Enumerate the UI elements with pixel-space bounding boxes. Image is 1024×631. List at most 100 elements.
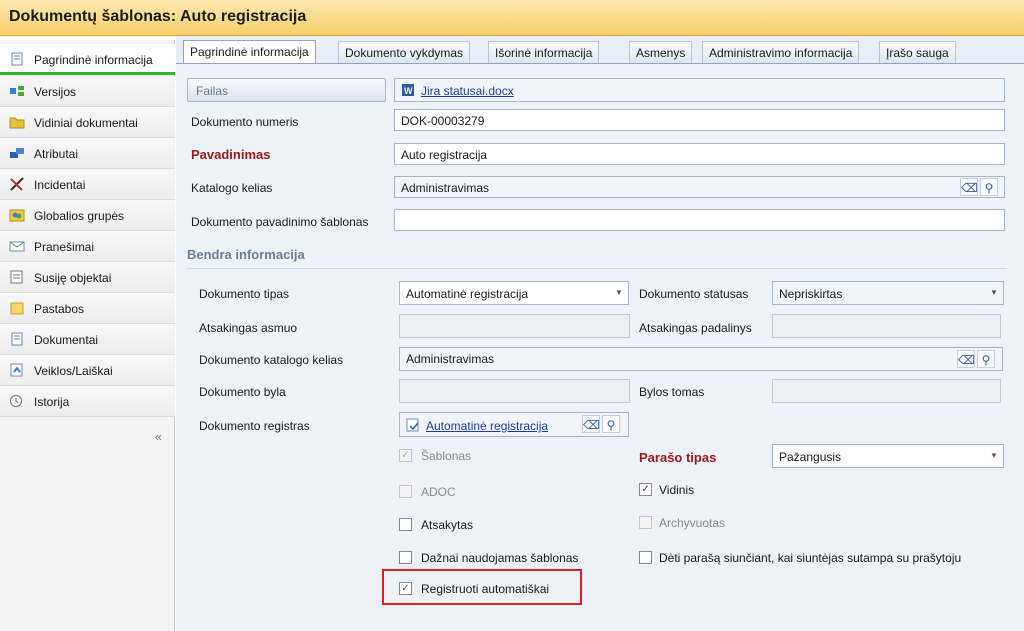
chevron-down-icon[interactable]: ▼ — [985, 282, 1003, 304]
sidebar-item-atributai[interactable]: Atributai — [0, 138, 175, 169]
section-divider — [187, 268, 1007, 269]
internal-checkbox[interactable]: ✓ — [639, 483, 652, 496]
internal-checkbox-label: Vidinis — [659, 483, 695, 497]
doc-status-value: Nepriskirtas — [779, 287, 843, 301]
template-checkbox-label: Šablonas — [421, 449, 472, 463]
sidebar-item-label: Incidentai — [34, 178, 86, 192]
search-icon[interactable]: ⚲ — [980, 178, 998, 196]
doc-type-value: Automatinė registracija — [406, 287, 529, 301]
sidebar-item-vidiniai-dokumentai[interactable]: Vidiniai dokumentai — [0, 107, 175, 138]
doc-file-input[interactable] — [399, 379, 630, 403]
signature-type-select[interactable]: Pažangusis ▼ — [772, 444, 1004, 468]
sidebar-item-dokumentai[interactable]: Dokumentai — [0, 324, 175, 355]
file-link[interactable]: Jira statusai.docx — [421, 84, 514, 98]
clear-icon[interactable]: ⌫ — [957, 350, 975, 368]
search-icon[interactable]: ⚲ — [602, 415, 620, 433]
sidebar-item-label: Pranešimai — [34, 240, 95, 254]
sidebar-item-label: Pagrindinė informacija — [34, 53, 153, 67]
tab-iraso-sauga[interactable]: Įrašo sauga — [879, 41, 956, 63]
sidebar-item-label: Veiklos/Laiškai — [34, 364, 113, 378]
sidebar-item-pranesimai[interactable]: Pranešimai — [0, 231, 175, 262]
chevron-down-icon[interactable]: ▼ — [985, 445, 1003, 467]
doc-catalog-label: Dokumento katalogo kelias — [199, 353, 344, 367]
attributes-icon — [9, 146, 25, 160]
sidebar-item-pastabos[interactable]: Pastabos — [0, 293, 175, 324]
signature-type-label: Parašo tipas — [639, 450, 717, 465]
frequent-checkbox-label: Dažnai naudojamas šablonas — [421, 551, 579, 565]
doc-status-select[interactable]: Nepriskirtas ▼ — [772, 281, 1004, 305]
word-document-icon: W — [401, 83, 415, 97]
sidebar-item-versijos[interactable]: Versijos — [0, 76, 175, 107]
registry-icon — [406, 418, 420, 432]
history-icon — [9, 394, 25, 408]
sidebar-item-label: Susiję objektai — [34, 271, 112, 285]
registry-label: Dokumento registras — [199, 419, 310, 433]
name-input[interactable]: Auto registracija — [394, 143, 1005, 165]
file-volume-label: Bylos tomas — [639, 385, 705, 399]
archived-checkbox[interactable] — [639, 516, 652, 529]
sidebar-item-label: Globalios grupės — [34, 209, 125, 223]
file-volume-input[interactable] — [772, 379, 1001, 403]
signature-type-value: Pažangusis — [779, 450, 842, 464]
template-name-label: Dokumento pavadinimo šablonas — [191, 215, 369, 229]
sidebar-item-globalios-grupes[interactable]: Globalios grupės — [0, 200, 175, 231]
doc-type-label: Dokumento tipas — [199, 287, 290, 301]
doc-status-label: Dokumento statusas — [639, 287, 749, 301]
tab-asmenys[interactable]: Asmenys — [629, 41, 693, 63]
sidebar-item-label: Vidiniai dokumentai — [34, 116, 138, 130]
chevron-down-icon[interactable]: ▼ — [610, 282, 628, 304]
folder-icon — [9, 115, 25, 129]
sidebar-item-label: Versijos — [34, 85, 77, 99]
frequent-checkbox[interactable] — [399, 551, 412, 564]
adoc-checkbox-label: ADOC — [421, 485, 456, 499]
document-icon — [9, 332, 25, 346]
sidebar-item-istorija[interactable]: Istorija — [0, 386, 175, 417]
file-button[interactable]: Failas — [187, 78, 386, 102]
related-icon — [9, 270, 25, 284]
responsible-unit-label: Atsakingas padalinys — [639, 321, 752, 335]
group-icon — [9, 208, 25, 222]
responsible-input[interactable] — [399, 314, 630, 338]
auto-register-checkbox[interactable]: ✓ — [399, 582, 412, 595]
catalog-label: Katalogo kelias — [191, 181, 273, 195]
tab-dokumento-vykdymas[interactable]: Dokumento vykdymas — [338, 41, 471, 63]
catalog-input[interactable]: Administravimas — [394, 176, 1005, 198]
registry-link[interactable]: Automatinė registracija — [426, 419, 548, 433]
template-name-input[interactable] — [394, 209, 1005, 231]
archived-checkbox-label: Archyvuotas — [659, 516, 726, 530]
title-bar: Dokumentų šablonas: Auto registracija — [0, 0, 1024, 36]
answered-checkbox[interactable] — [399, 518, 412, 531]
sidebar-item-incidentai[interactable]: Incidentai — [0, 169, 175, 200]
search-icon[interactable]: ⚲ — [977, 350, 995, 368]
sidebar-item-veiklos-laiskai[interactable]: Veiklos/Laiškai — [0, 355, 175, 386]
message-icon — [9, 239, 25, 253]
name-label: Pavadinimas — [191, 147, 271, 162]
responsible-label: Atsakingas asmuo — [199, 321, 298, 335]
tab-isorine-informacija[interactable]: Išorinė informacija — [488, 41, 600, 63]
answered-checkbox-label: Atsakytas — [421, 518, 474, 532]
clear-icon[interactable]: ⌫ — [582, 415, 600, 433]
tab-pagrindine-informacija[interactable]: Pagrindinė informacija — [183, 40, 316, 64]
tab-bar: Pagrindinė informacija Dokumento vykdyma… — [176, 36, 1024, 64]
sidebar-item-susije-objektai[interactable]: Susiję objektai — [0, 262, 175, 293]
template-checkbox[interactable]: ✓ — [399, 449, 412, 462]
collapse-sidebar-button[interactable]: « — [155, 429, 162, 444]
adoc-checkbox[interactable] — [399, 485, 412, 498]
doc-file-label: Dokumento byla — [199, 385, 286, 399]
sign-on-send-checkbox-label: Dėti parašą siunčiant, kai siuntėjas sut… — [659, 551, 962, 565]
doc-type-select[interactable]: Automatinė registracija ▼ — [399, 281, 629, 305]
file-field: W Jira statusai.docx — [394, 78, 1005, 102]
sidebar-item-label: Istorija — [34, 395, 70, 409]
sign-on-send-checkbox[interactable] — [639, 551, 652, 564]
responsible-unit-input[interactable] — [772, 314, 1001, 338]
svg-text:W: W — [404, 86, 413, 96]
doc-number-input[interactable]: DOK-00003279 — [394, 109, 1005, 131]
doc-catalog-input[interactable]: Administravimas — [399, 347, 1003, 371]
sidebar-item-label: Atributai — [34, 147, 79, 161]
sidebar: Pagrindinė informacija Versijos Vidiniai… — [0, 40, 175, 631]
sidebar-item-label: Dokumentai — [34, 333, 99, 347]
clear-icon[interactable]: ⌫ — [960, 178, 978, 196]
note-icon — [9, 301, 25, 315]
sidebar-item-pagrindine-informacija[interactable]: Pagrindinė informacija — [0, 44, 175, 75]
tab-administravimo-informacija[interactable]: Administravimo informacija — [702, 41, 860, 63]
